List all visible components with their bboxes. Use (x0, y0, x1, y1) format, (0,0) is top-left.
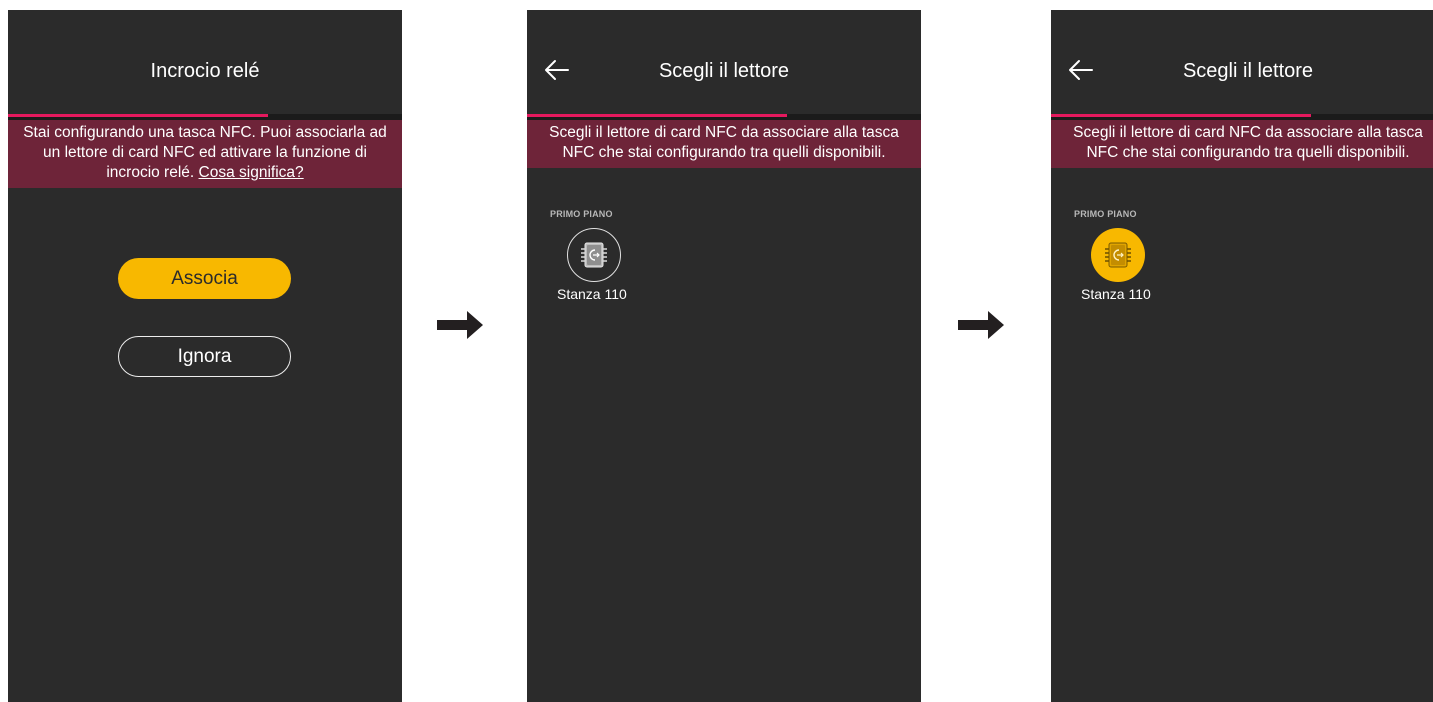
progress-fill (527, 114, 788, 117)
group-label: PRIMO PIANO (1074, 209, 1137, 219)
group-label: PRIMO PIANO (550, 209, 613, 219)
progress-fill (8, 114, 269, 117)
what-does-it-mean-link[interactable]: Cosa significa? (199, 164, 304, 181)
screen-relay-crossing: Incrocio relé Stai configurando una tasc… (8, 10, 402, 702)
page-title: Incrocio relé (150, 60, 260, 82)
nfc-reader-icon (1091, 228, 1145, 282)
progress-bar (8, 114, 402, 120)
banner-text: Scegli il lettore di card NFC da associa… (1073, 124, 1423, 161)
progress-bar (1051, 114, 1433, 120)
header: Scegli il lettore (1051, 10, 1433, 114)
device-label: Stanza 110 (557, 286, 627, 302)
associate-button[interactable]: Associa (118, 258, 291, 299)
right-arrow-icon (958, 311, 1004, 339)
page-title: Scegli il lettore (1182, 60, 1314, 82)
right-arrow-icon (437, 311, 483, 339)
progress-bar (527, 114, 921, 120)
nfc-reader-icon (567, 228, 621, 282)
progress-fill (1051, 114, 1312, 117)
header: Incrocio relé (8, 10, 402, 114)
info-banner: Scegli il lettore di card NFC da associa… (1051, 120, 1433, 168)
header: Scegli il lettore (527, 10, 921, 114)
screen-choose-reader: Scegli il lettore Scegli il lettore di c… (527, 10, 921, 702)
info-banner: Stai configurando una tasca NFC. Puoi as… (8, 120, 402, 188)
banner-text: Scegli il lettore di card NFC da associa… (549, 124, 899, 161)
ignore-button[interactable]: Ignora (118, 336, 291, 377)
device-label: Stanza 110 (1081, 286, 1151, 302)
page-title: Scegli il lettore (658, 60, 790, 82)
info-banner: Scegli il lettore di card NFC da associa… (527, 120, 921, 168)
screen-choose-reader-selected: Scegli il lettore Scegli il lettore di c… (1051, 10, 1433, 702)
